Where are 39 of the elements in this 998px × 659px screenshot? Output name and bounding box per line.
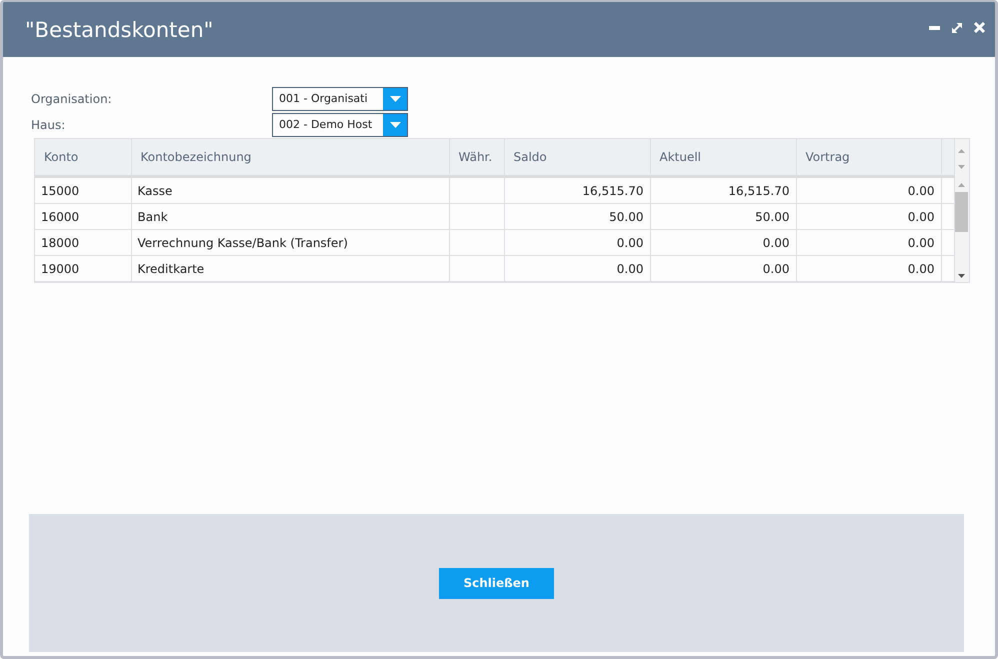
close-icon[interactable] [974,22,985,33]
table-cell: 0.00 [504,230,650,256]
table-cell: 19000 [35,256,131,282]
table-cell: Kasse [131,176,449,204]
table-cell: 16,515.70 [504,176,650,204]
table-cell: 50.00 [504,204,650,230]
scroll-down-icon[interactable] [958,274,966,278]
caret-icon [390,122,400,128]
field-label: Organisation: [31,92,113,106]
table-cell: 0.00 [650,256,796,282]
table-cell: 0.00 [504,256,650,282]
column-header[interactable]: Aktuell [650,139,796,176]
table-cell: 16000 [35,204,131,230]
table-cell: Bank [131,204,449,230]
table-cell: 16,515.70 [650,176,796,204]
column-header[interactable]: Konto [35,139,131,176]
scrollbar-thumb[interactable] [955,192,968,232]
table-cell: 18000 [35,230,131,256]
table-cell: 0.00 [796,176,941,204]
column-header[interactable]: Währ. [449,139,504,176]
field-label: Haus: [31,118,66,132]
table-cell: 50.00 [650,204,796,230]
table-cell: Verrechnung Kasse/Bank (Transfer) [131,230,449,256]
window-title: "Bestandskonten" [25,18,214,42]
table-cell: 0.00 [796,204,941,230]
caret-icon [390,96,400,102]
dropdown-field[interactable]: 001 - Organisati [272,87,408,111]
table-cell: 0.00 [650,230,796,256]
table-cell: 0.00 [796,230,941,256]
close-button[interactable]: Schließen [439,568,554,598]
column-header[interactable]: Kontobezeichnung [131,139,449,176]
column-header[interactable]: Vortrag [796,139,941,176]
minimize-icon[interactable] [929,26,940,30]
table-cell: Kreditkarte [131,256,449,282]
column-header[interactable]: Saldo [504,139,650,176]
maximize-icon[interactable] [952,22,962,32]
table-cell: 15000 [35,176,131,204]
dropdown-field[interactable]: 002 - Demo Host [272,113,408,137]
table-cell: 0.00 [796,256,941,282]
